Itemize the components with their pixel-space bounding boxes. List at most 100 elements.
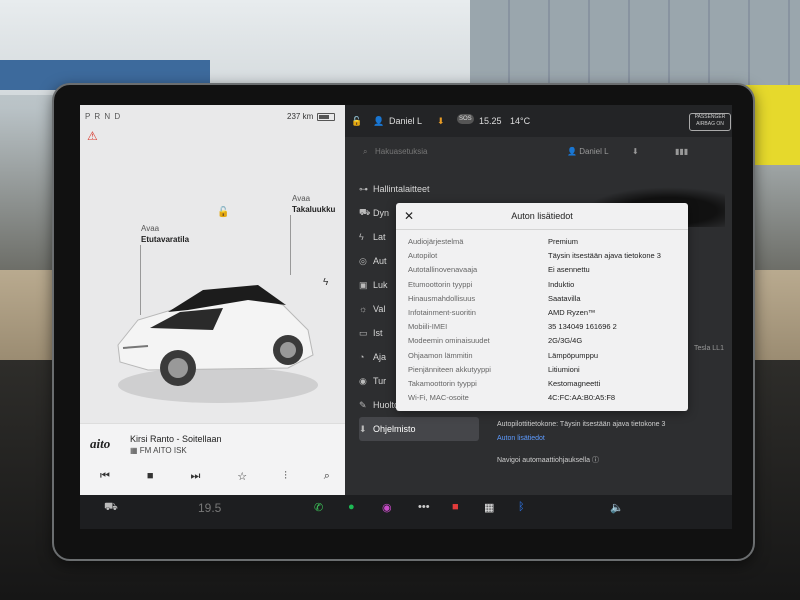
download-icon[interactable]: ⬇ (632, 147, 639, 156)
favorite-star-icon[interactable]: ☆ (237, 470, 247, 483)
search-icon[interactable]: ⌕ (324, 470, 330, 483)
spec-key: Autotallinovenavaaja (408, 265, 478, 275)
touchscreen: P R N D 237 km ⚠ Avaa Etutavaratila Avaa… (80, 105, 732, 529)
spotify-icon[interactable]: ● (348, 501, 355, 513)
user-icon[interactable]: 👤 (373, 116, 384, 127)
spec-value: AMD Ryzen™ (548, 307, 596, 317)
info-icon[interactable]: ⓘ (592, 457, 599, 464)
spec-row: Wi-Fi, MAC-osoite 4C:FC:AA:B0:A5:F8 (408, 393, 678, 407)
now-playing-title: Kirsi Ranto - Soitellaan (130, 434, 222, 444)
menu-item-controls-label: Hallintalaitteet (373, 184, 430, 194)
spec-value: Litiumioni (548, 364, 580, 374)
radio-icon: ▦ (130, 446, 140, 455)
vehicle-details-modal: ✕ Auton lisätiedot Audiojärjestelmä Premi… (396, 203, 688, 411)
menu-item-autopilot-label: Aut (373, 256, 387, 266)
passenger-airbag-indicator: PASSENGER AIRBAG ON (689, 113, 731, 131)
spec-value: 35 134049 161696 2 (548, 322, 617, 332)
profile-shortcut-name: Daniel L (579, 147, 609, 156)
station-logo: aito (90, 436, 111, 451)
trip-icon: ◔ (359, 352, 365, 362)
settings-search-input[interactable]: Hakuasetuksia (375, 147, 427, 156)
autopilot-computer-info: Autopilottitietokone: Täysin itsestään a… (497, 421, 666, 428)
spec-value: Premium (548, 237, 579, 246)
spec-row: Autotallinovenavaaja Ei asennettu (408, 265, 678, 279)
menu-item-dynamics-label: Dyn (373, 208, 390, 218)
station-name-text: FM AITO ISK (139, 446, 187, 455)
spec-row: Hinausmahdollisuus Saatavilla (408, 294, 678, 308)
phone-icon[interactable]: ✆ (314, 501, 323, 514)
spec-row: Infotainment-suoritin AMD Ryzen™ (408, 308, 678, 322)
menu-item-software[interactable]: ⬇ Ohjelmisto (359, 417, 479, 441)
modal-title: Auton lisätiedot (511, 211, 573, 221)
menu-item-display-label: Ist (373, 328, 383, 338)
bluetooth-icon[interactable]: ᛒ (518, 501, 525, 513)
car-icon: ⛟ (359, 207, 371, 217)
spec-value: Induktio (548, 279, 575, 289)
wrench-icon: ✎ (359, 399, 367, 410)
open-trunk-button[interactable]: Avaa Takaluukku (292, 193, 335, 215)
station-name: ▦ FM AITO ISK (130, 446, 187, 455)
spec-key: Takamoottorin tyyppi (408, 378, 477, 388)
battery-icon (317, 113, 335, 121)
light-icon: ☼ (359, 304, 368, 314)
charge-port-icon[interactable]: ϟ (323, 277, 328, 288)
next-track-icon[interactable]: ⏭ (190, 470, 200, 483)
spec-row: Etumoottorin tyyppi Induktio (408, 280, 678, 294)
lock-icon: ▣ (359, 279, 368, 290)
open-frunk-button[interactable]: Avaa Etutavaratila (141, 223, 189, 245)
clock: 15.25 (479, 116, 502, 126)
spec-key: Ohjaamon lämmitin (408, 350, 473, 360)
signal-icon: ▮▮▮ (675, 147, 689, 156)
media-controls: ⏮ ■ ⏭ ☆ ⫶ ⌕ (100, 470, 330, 483)
settings-search-row: ⌕ Hakuasetuksia 👤 Daniel L ⬇ ▮▮▮ (345, 137, 732, 165)
steering-icon: ◎ (359, 255, 367, 266)
vehicle-spec-table: Audiojärjestelmä Premium Autopilot Täysin … (408, 237, 678, 407)
spec-key: Etumoottorin tyyppi (408, 279, 473, 289)
safety-icon: ◉ (359, 375, 367, 386)
spec-row: Autopilot Täysin itsestään ajava tietokon… (408, 251, 678, 265)
menu-item-safety-label: Tur (373, 376, 387, 386)
menu-item-trips-label: Aja (373, 352, 387, 362)
car-icon[interactable]: ⛟ (104, 501, 118, 515)
more-apps-icon[interactable]: ••• (418, 501, 430, 513)
driver-profile[interactable]: Daniel L (389, 116, 422, 126)
sos-icon[interactable]: SOS (457, 114, 474, 124)
menu-item-lights-label: Val (373, 304, 386, 314)
frunk-label-line2: Etutavaratila (141, 235, 190, 244)
spec-row: Audiojärjestelmä Premium (408, 237, 678, 251)
equalizer-icon[interactable]: ⫶ (284, 470, 287, 483)
car-status-panel: P R N D 237 km ⚠ Avaa Etutavaratila Avaa… (80, 105, 345, 529)
download-icon[interactable]: ⬇ (437, 116, 445, 127)
spec-value: Lämpöpumppu (548, 350, 599, 360)
display-icon: ▭ (359, 327, 368, 338)
spec-key: Audiojärjestelmä (408, 237, 464, 246)
taskbar (80, 495, 732, 529)
spec-value: 2G/3G/4G (548, 336, 583, 346)
climate-temp[interactable]: 19.5 (198, 501, 221, 515)
charging-icon: ϟ (359, 232, 364, 242)
calendar-icon[interactable]: ▦ (484, 501, 494, 514)
lock-icon[interactable]: 🔓 (351, 116, 362, 127)
camera-icon[interactable]: ◉ (382, 501, 392, 514)
previous-track-icon[interactable]: ⏮ (100, 470, 110, 483)
unlock-icon[interactable]: 🔓 (217, 207, 229, 218)
menu-item-charging-label: Lat (373, 232, 386, 242)
spec-key: Wi-Fi, MAC-osoite (408, 393, 469, 403)
menu-item-controls[interactable]: ⊶ Hallintalaitteet (359, 177, 479, 201)
spec-key: Modeemin ominaisuudet (408, 336, 490, 346)
spec-value: Saatavilla (548, 293, 581, 303)
trunk-label-line1: Avaa (292, 194, 311, 203)
profile-shortcut[interactable]: 👤 Daniel L (567, 147, 609, 156)
volume-icon[interactable]: 🔈 (610, 501, 624, 514)
stop-icon[interactable]: ■ (147, 470, 154, 483)
additional-info-link[interactable]: Auton lisätiedot (497, 435, 545, 442)
trunk-label-line2: Takaluukku (292, 205, 336, 214)
seatbelt-warning-icon: ⚠ (87, 129, 98, 143)
spec-value: Kestomagneetti (548, 378, 601, 388)
navigate-on-autopilot-text: Navigoi automaattiohjauksella (497, 457, 590, 464)
dashcam-icon[interactable]: ■ (452, 501, 459, 513)
download-icon: ⬇ (359, 423, 367, 434)
menu-item-software-label: Ohjelmisto (373, 424, 416, 434)
outside-temp: 14°C (510, 116, 531, 126)
car-model-image (117, 285, 318, 403)
